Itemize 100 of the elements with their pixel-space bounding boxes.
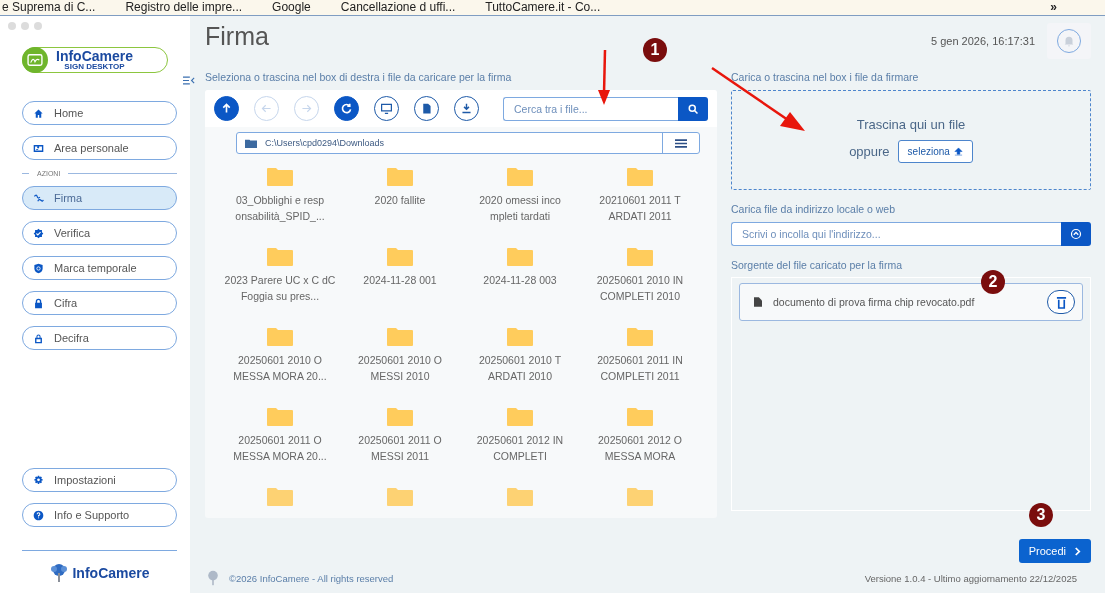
folder-item[interactable]: 20250601 2011 O MESSI 2011: [340, 408, 460, 471]
document-button[interactable]: [414, 96, 439, 122]
date-time: 5 gen 2026, 16:17:31: [931, 34, 1035, 47]
nav-item[interactable]: Impostazioni: [22, 468, 177, 492]
search-button[interactable]: [678, 96, 708, 121]
nav-item[interactable]: Verifica: [22, 221, 177, 245]
help-icon: [33, 509, 44, 521]
refresh-button[interactable]: [334, 96, 359, 122]
refresh-icon: [340, 102, 353, 116]
folder-icon: [627, 488, 653, 507]
folder-icon: [267, 168, 293, 187]
lock-icon: [33, 297, 44, 309]
tree-logo-icon: [49, 563, 70, 583]
folder-icon: [507, 488, 533, 507]
folder-item[interactable]: 20250601 2010 O MESSI 2010: [340, 328, 460, 391]
search-field[interactable]: Cerca tra i file...: [503, 96, 678, 121]
folder-item[interactable]: 2023 Parere UC x C dC Foggia su pres...: [220, 248, 340, 311]
badge-check-icon: [33, 227, 44, 239]
document-icon: [754, 297, 762, 308]
folder-icon: [507, 168, 533, 187]
source-label: Sorgente del file caricato per la firma: [731, 259, 903, 274]
folder-item[interactable]: 20250601 2011 O MESSA MORA 20...: [220, 408, 340, 471]
shield-icon: [33, 262, 44, 274]
download-icon: [460, 102, 473, 116]
settings-icon: [33, 474, 44, 486]
monitor-icon: [380, 102, 393, 116]
version-text: Versione 1.0.4 - Ultimo aggiornamento 22/12/2025: [864, 572, 1077, 584]
nav-item[interactable]: Cifra: [22, 291, 177, 315]
folder-icon: [387, 408, 413, 427]
folder-icon: [507, 328, 533, 347]
folder-icon: [627, 248, 653, 267]
folder-icon: [507, 248, 533, 267]
proceed-button[interactable]: Procedi: [1018, 539, 1091, 564]
folder-item[interactable]: 20250601 2012 IN COMPLETI: [460, 408, 580, 471]
nav-item[interactable]: Area personale: [22, 136, 177, 160]
up-arrow-icon: [220, 102, 233, 116]
bookmark-link[interactable]: Cancellazione d uffi...: [340, 0, 456, 15]
upload-url-button[interactable]: [1061, 222, 1091, 247]
file-name: documento di prova firma chip revocato.pdf: [773, 296, 976, 309]
folder-item[interactable]: 20250601 2010 T ARDATI 2010: [460, 328, 580, 391]
upload-icon: [953, 147, 963, 157]
logo-title: InfoCamere: [56, 49, 134, 63]
tree-logo-icon: [205, 570, 221, 587]
folder-item[interactable]: 20250601 2012 O MESSA MORA: [580, 408, 700, 471]
folder-item[interactable]: 20250601 2010 O MESSA MORA 20...: [220, 328, 340, 391]
bookmark-link[interactable]: e Suprema di C...: [2, 0, 96, 15]
search-icon: [687, 102, 699, 115]
folder-icon: [245, 138, 257, 148]
folder-icon: [387, 488, 413, 507]
up-arrow-button[interactable]: [214, 96, 239, 122]
nav-item[interactable]: Firma: [22, 186, 177, 210]
folder-icon: [627, 168, 653, 187]
folder-icon: [267, 248, 293, 267]
signature-logo-icon: [22, 47, 48, 73]
folder-icon: [507, 408, 533, 427]
folder-item[interactable]: 2020 fallite: [340, 168, 460, 231]
folder-icon: [267, 488, 293, 507]
bookmark-link[interactable]: Google: [272, 0, 311, 15]
id-card-icon: [33, 142, 44, 154]
copyright-text: ©2026 InfoCamere - All rights reserved: [229, 572, 394, 584]
folder-item[interactable]: 20210601 2011 T ARDATI 2011: [580, 168, 700, 231]
bookmark-link[interactable]: TuttoCamere.it - Co...: [485, 0, 601, 15]
select-button[interactable]: seleziona: [897, 140, 973, 164]
signature-icon: [33, 192, 44, 204]
url-field[interactable]: Scrivi o incolla qui l'indirizzo...: [731, 222, 1061, 247]
folder-item[interactable]: 2020 omessi inco mpleti tardati: [460, 168, 580, 231]
download-button[interactable]: [454, 96, 479, 122]
folder-item[interactable]: 20250601 2010 IN COMPLETI 2010: [580, 248, 700, 311]
chevron-right-icon: [1074, 546, 1081, 556]
path-text: C:\Users\cpd0294\Downloads: [265, 138, 386, 149]
upload-hint: Carica o trascina nel box i file da firmare: [731, 71, 920, 86]
folder-icon: [267, 408, 293, 427]
drop-zone[interactable]: Trascina qui un file oppure seleziona: [731, 90, 1091, 191]
page-title: Firma: [205, 22, 269, 52]
nav-item[interactable]: Decifra: [22, 326, 177, 350]
trash-icon: [1055, 295, 1067, 309]
collapse-menu-icon[interactable]: [183, 76, 195, 85]
instruction-text: Seleziona o trascina nel box di destra i file da caricare per la firma: [205, 71, 513, 86]
unlocked-lock-icon: [33, 332, 44, 344]
folder-icon: [627, 408, 653, 427]
logo-subtitle: SIGN DESKTOP: [64, 63, 125, 71]
nav-item[interactable]: Home: [22, 101, 177, 125]
nav-item[interactable]: Info e Supporto: [22, 503, 177, 527]
folder-item[interactable]: 20250601 2011 IN COMPLETI 2011: [580, 328, 700, 391]
folder-item[interactable]: 2024-11-28 003: [460, 248, 580, 311]
bookmark-link[interactable]: Registro delle impre...: [125, 0, 243, 15]
folder-item[interactable]: 2024-11-28 001: [340, 248, 460, 311]
delete-button[interactable]: [1047, 290, 1075, 315]
monitor-button[interactable]: [374, 96, 399, 122]
url-label: Carica file da indirizzo locale o web: [731, 203, 896, 218]
drop-text: Trascina qui un file: [856, 117, 966, 133]
list-icon: [675, 138, 687, 148]
nav-item[interactable]: Marca temporale: [22, 256, 177, 280]
more-bookmarks-button[interactable]: »: [1050, 0, 1057, 15]
document-icon: [420, 102, 433, 116]
upload-circle-icon: [1070, 228, 1082, 241]
folder-icon: [387, 328, 413, 347]
or-text: oppure: [849, 144, 890, 160]
folder-item[interactable]: 03_Obblighi e resp onsabilità_SPID_...: [220, 168, 340, 231]
path-field[interactable]: C:\Users\cpd0294\Downloads: [236, 132, 700, 155]
